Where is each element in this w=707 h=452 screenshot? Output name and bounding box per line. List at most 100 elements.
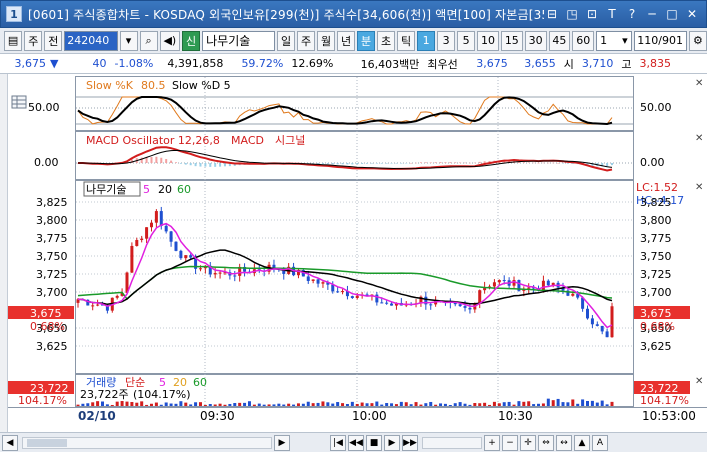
candle-body [468, 307, 472, 310]
count-select[interactable]: 1 ▾ [596, 30, 632, 51]
volume-bar [140, 401, 144, 406]
zoom-in-button[interactable]: + [484, 434, 500, 451]
stop-button[interactable]: ■ [366, 434, 382, 451]
tab-month[interactable]: 월 [317, 30, 336, 51]
scroll-thumb[interactable] [27, 438, 67, 447]
candle-body [184, 255, 188, 259]
crosshair-icon: ✛ [524, 437, 532, 448]
price-close-icon[interactable]: ✕ [695, 182, 703, 193]
volume-value: 4,391,858 [167, 57, 224, 70]
minimize-icon[interactable]: ─ [644, 6, 660, 22]
chart-scrollbar: ◀ ▶ |◀ ◀◀ ■ ▶ ▶▶ + − ✛ ⇔ ↔ ▲ A [0, 432, 707, 452]
market-select[interactable]: 주 [24, 30, 43, 51]
macd-signal-label: 시그널 [275, 134, 305, 147]
fit-button[interactable]: ↔ [556, 434, 572, 451]
tab-tick[interactable]: 틱 [397, 30, 416, 51]
stock-name-field: 나무기술 [202, 30, 276, 51]
volume-bar [125, 401, 129, 406]
tile-window-icon[interactable]: ⊟ [544, 6, 560, 22]
next-button[interactable]: ▶ [384, 434, 400, 451]
layout-button[interactable]: ▤ [4, 30, 23, 51]
tab-week[interactable]: 주 [297, 30, 316, 51]
price-stock-label: 나무기술 [86, 183, 126, 196]
interval-5[interactable]: 5 [457, 30, 476, 51]
price-tick-left: 3,825 [36, 196, 68, 209]
scroll-right-button[interactable]: ▶ [274, 434, 290, 451]
stoch-close-icon[interactable]: ✕ [695, 78, 703, 89]
volume-bar [473, 403, 477, 406]
new-stock-button[interactable]: 신 [182, 30, 201, 51]
first-page-button[interactable]: |◀ [330, 434, 346, 451]
tab-second[interactable]: 초 [377, 30, 396, 51]
price-tick-right: 3,825 [640, 196, 672, 209]
close-icon[interactable]: ✕ [684, 6, 700, 22]
macd-osc-bar [400, 163, 403, 164]
compare-button[interactable]: ⇔ [538, 434, 554, 451]
interval-15[interactable]: 15 [500, 30, 523, 51]
prev-button[interactable]: ◀◀ [348, 434, 364, 451]
scroll-left-button[interactable]: ◀ [2, 434, 18, 451]
settings-icon: ⚙ [693, 34, 703, 47]
volume-bar [360, 402, 364, 406]
interval-60[interactable]: 60 [572, 30, 595, 51]
panel-grid-icon[interactable] [11, 95, 27, 109]
macd-osc-bar [611, 163, 613, 166]
candle-body [385, 302, 389, 304]
font-button[interactable]: A [592, 434, 608, 451]
time-tick-1000: 10:00 [352, 409, 387, 423]
macd-osc-bar [336, 163, 339, 165]
interval-10[interactable]: 10 [477, 30, 499, 51]
chevron-down-icon: ▾ [125, 34, 132, 47]
candle-body [179, 250, 183, 259]
speed-slider[interactable] [422, 436, 482, 449]
tab-minute[interactable]: 분 [357, 30, 376, 51]
stock-code-input[interactable]: 242040 [64, 30, 118, 51]
tab-day[interactable]: 일 [277, 30, 296, 51]
volume-bar [218, 403, 222, 406]
sound-button[interactable]: ◀) [159, 30, 181, 51]
volume-bar [458, 402, 462, 406]
volume-bar [100, 401, 104, 406]
fast-forward-button[interactable]: ▶▶ [402, 434, 418, 451]
candle-body [233, 275, 237, 277]
interval-1[interactable]: 1 [417, 30, 436, 51]
zoom-out-button[interactable]: − [502, 434, 518, 451]
scroll-track[interactable] [22, 436, 272, 449]
volume-bar [81, 403, 85, 406]
float-window-icon[interactable]: ◳ [564, 6, 580, 22]
all-button[interactable]: 전 [44, 30, 63, 51]
maximize-icon[interactable]: □ [664, 6, 680, 22]
volume-bar [243, 402, 247, 406]
interval-45[interactable]: 45 [548, 30, 571, 51]
volume-bar [419, 404, 423, 406]
macd-osc-bar [189, 163, 192, 166]
volume-close-icon[interactable]: ✕ [695, 376, 703, 387]
up-button[interactable]: ▲ [574, 434, 590, 451]
candle-body [316, 279, 320, 284]
macd-osc-bar [174, 162, 177, 163]
link-window-icon[interactable]: ⊡ [584, 6, 600, 22]
help-icon[interactable]: ? [624, 6, 640, 22]
volume-bar [331, 403, 335, 406]
volume-bar [492, 401, 496, 406]
chart-canvas[interactable]: ✕ ✕ ✕ ✕ Slow %K 80.5 Slow %D 5 50.00 50.… [0, 74, 707, 432]
price-tick-right: 3,700 [640, 286, 672, 299]
candle-body [331, 284, 335, 292]
macd-osc-bar [562, 163, 565, 164]
font-size-icon[interactable]: T [604, 6, 620, 22]
code-dropdown-button[interactable]: ▾ [119, 30, 138, 51]
crosshair-button[interactable]: ✛ [520, 434, 536, 451]
volume-bar [96, 401, 100, 406]
settings-button[interactable]: ⚙ [688, 30, 707, 51]
tab-year[interactable]: 년 [337, 30, 356, 51]
page-field[interactable]: 110/901 [633, 30, 687, 51]
interval-3[interactable]: 3 [437, 30, 456, 51]
volume-bar [453, 403, 457, 406]
volume-bar [223, 404, 227, 406]
search-button[interactable]: ⌕ [139, 30, 158, 51]
macd-close-icon[interactable]: ✕ [695, 133, 703, 144]
interval-30[interactable]: 30 [524, 30, 547, 51]
current-pct-left: 0.68% [30, 320, 65, 333]
macd-osc-bar [184, 163, 187, 165]
volume-bar [590, 400, 594, 406]
